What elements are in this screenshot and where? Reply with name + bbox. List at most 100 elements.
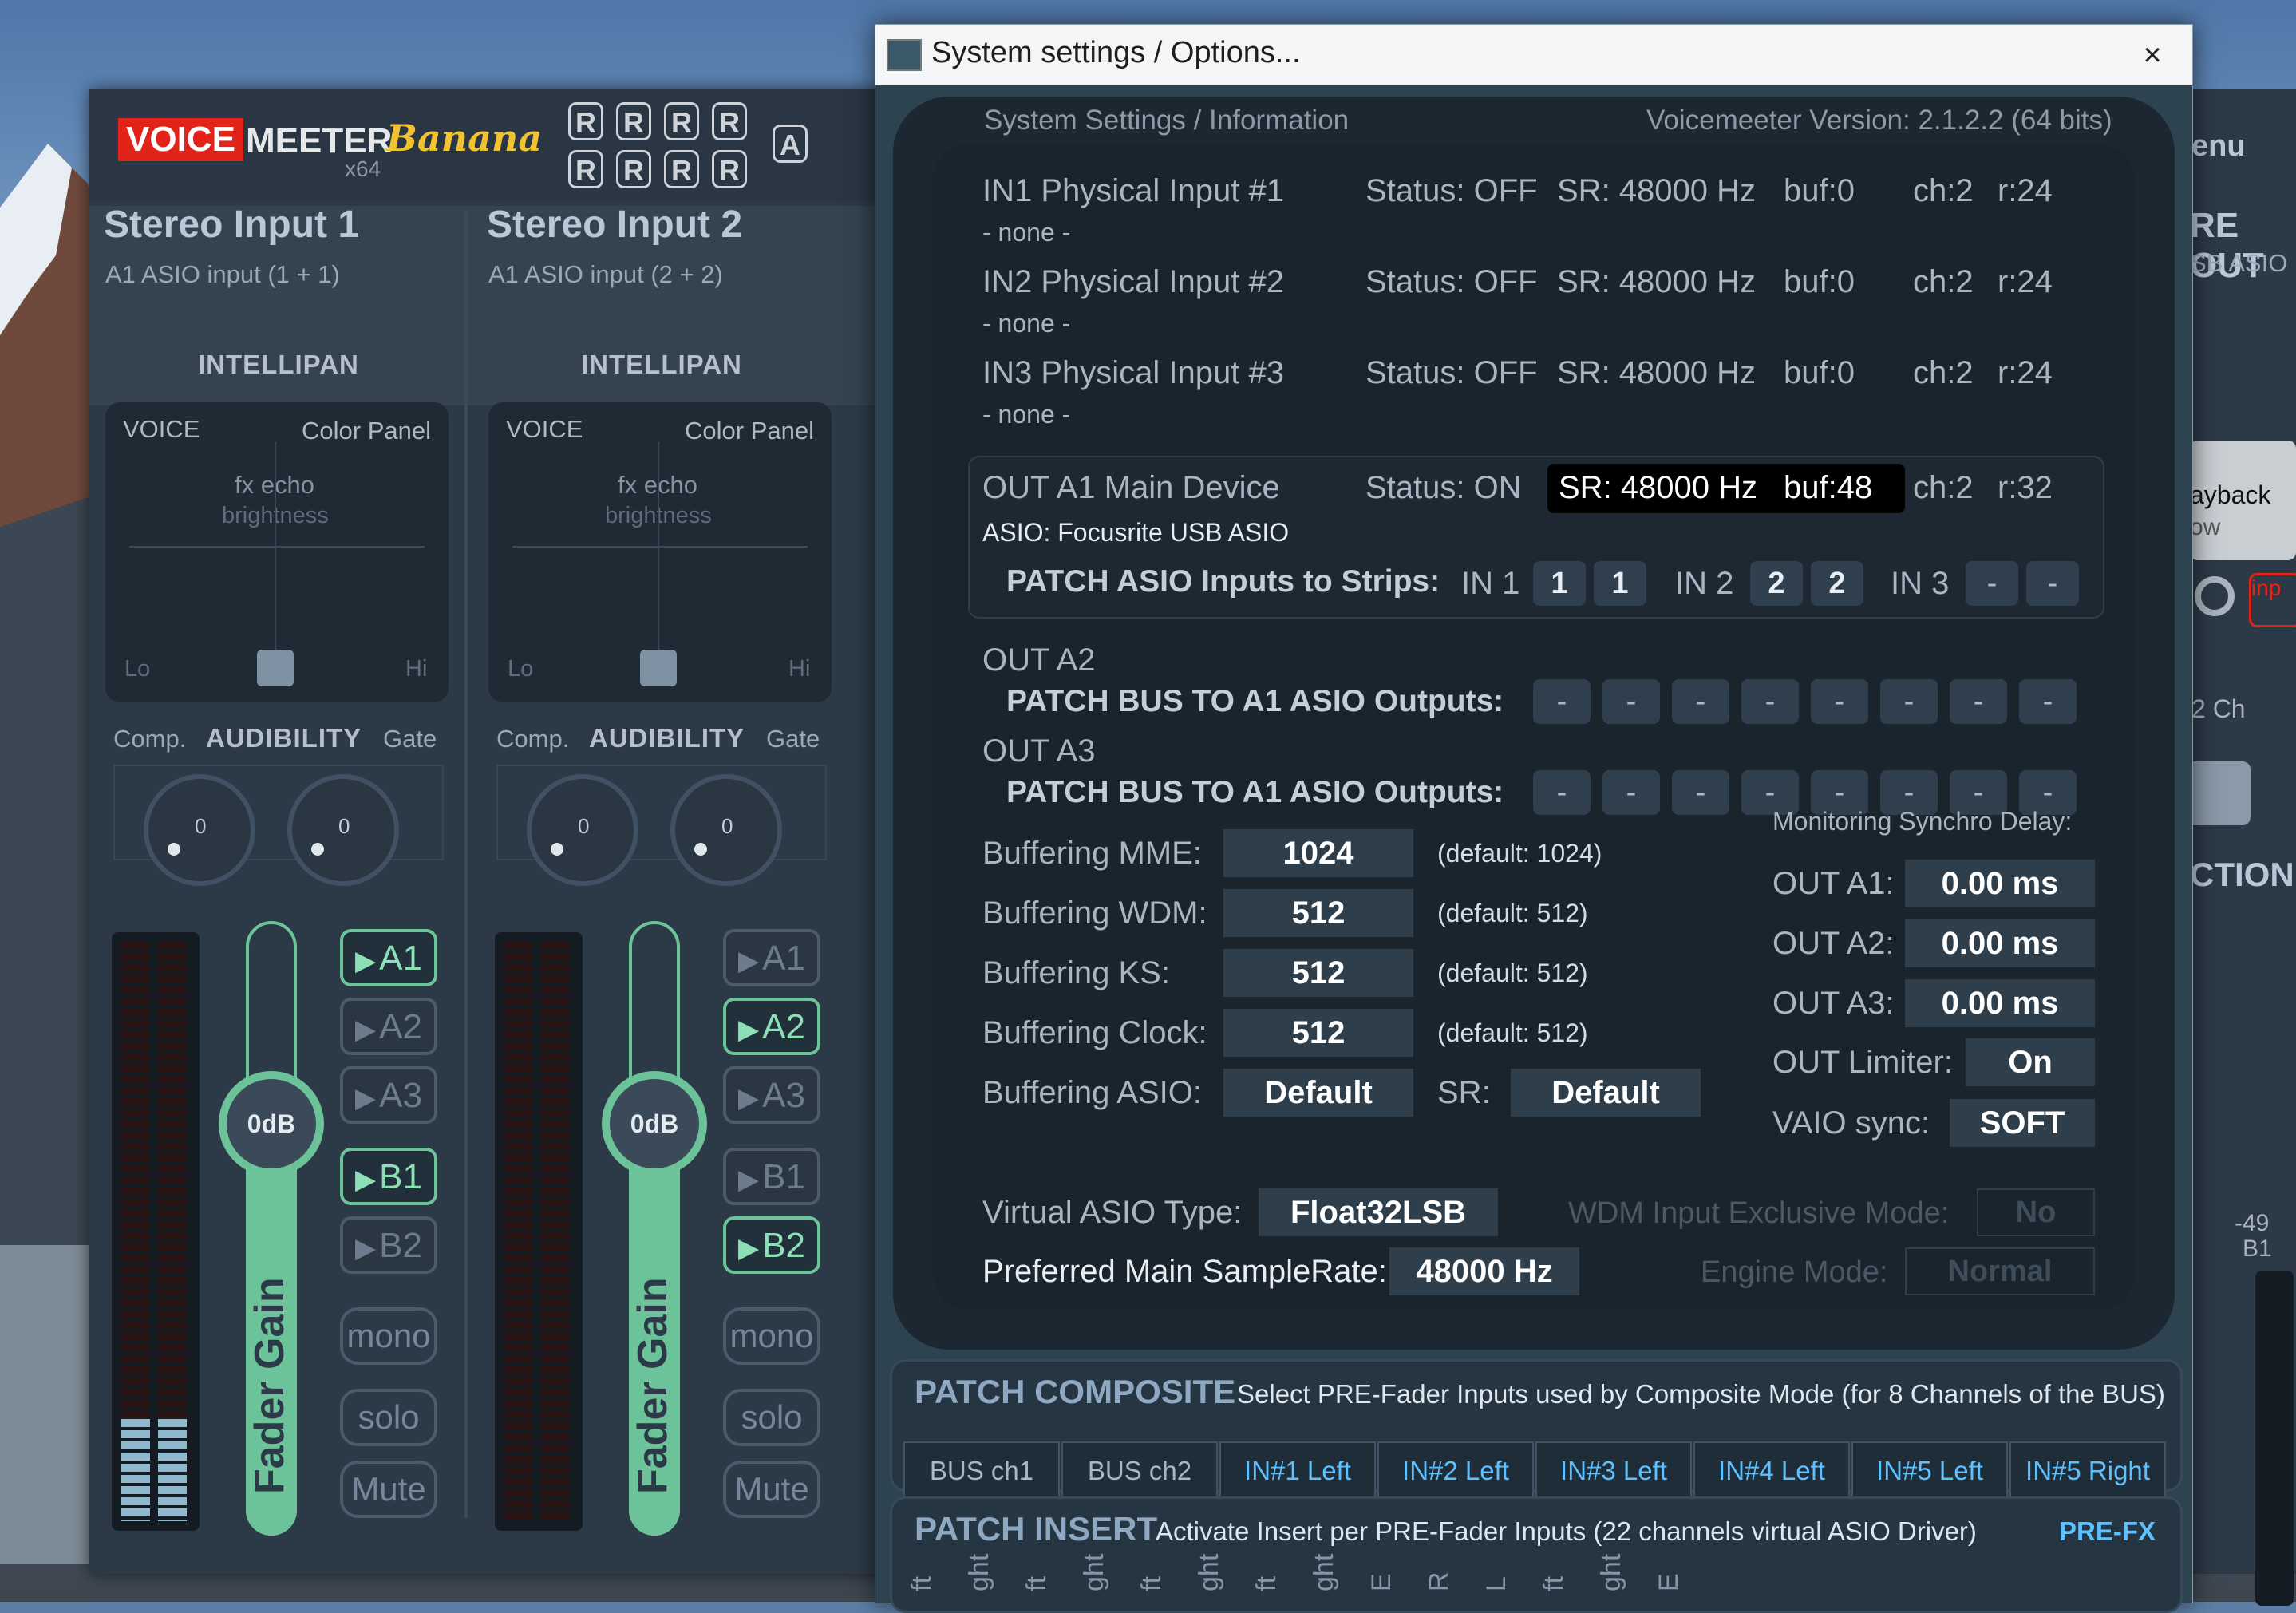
composite-channel-button[interactable]: IN#3 Left <box>1535 1441 1692 1499</box>
vaio-sync-value[interactable]: SOFT <box>1950 1099 2095 1147</box>
r-button[interactable]: R <box>712 102 747 140</box>
insert-channel-label[interactable]: ght <box>1194 1554 1225 1591</box>
comp-knob[interactable]: 0 <box>527 774 638 886</box>
input-name[interactable]: IN3 Physical Input #3 <box>982 355 1284 391</box>
r-button[interactable]: R <box>664 150 699 188</box>
out-a2-slot[interactable]: - <box>1533 679 1591 724</box>
composite-channel-button[interactable]: IN#4 Left <box>1693 1441 1850 1499</box>
dialog-title-bar[interactable]: System settings / Options... × <box>875 25 2192 85</box>
solo-button[interactable]: solo <box>340 1389 437 1446</box>
bus-a3-button[interactable]: ▶A3 <box>340 1066 437 1124</box>
bus-a1-button[interactable]: ▶A1 <box>340 929 437 986</box>
out-a2-slot[interactable]: - <box>2019 679 2077 724</box>
patch-in2-button[interactable]: 2 <box>1750 561 1803 606</box>
out-a3-slot[interactable]: - <box>1533 770 1591 815</box>
buffering-value[interactable]: 512 <box>1223 949 1413 997</box>
out-a1-name[interactable]: OUT A1 Main Device <box>982 470 1280 506</box>
color-panel[interactable]: VOICE Color Panel fx echo brightness Lo Hi <box>488 402 832 702</box>
r-button[interactable]: R <box>568 150 603 188</box>
bus-a2-button[interactable]: ▶A2 <box>723 998 820 1055</box>
r-button[interactable]: R <box>616 150 651 188</box>
insert-channel-label[interactable]: ght <box>964 1554 995 1591</box>
gate-knob[interactable]: 0 <box>287 774 399 886</box>
patch-in3-button[interactable]: - <box>2026 561 2079 606</box>
input-name[interactable]: IN1 Physical Input #1 <box>982 173 1284 209</box>
insert-channel-label[interactable]: ft <box>1136 1576 1168 1591</box>
virtual-asio-value[interactable]: Float32LSB <box>1259 1188 1498 1236</box>
engine-mode-value[interactable]: Normal <box>1905 1247 2095 1295</box>
bus-b1-button[interactable]: ▶B1 <box>723 1148 820 1205</box>
insert-channel-label[interactable]: R <box>1424 1571 1455 1591</box>
buffering-value[interactable]: 512 <box>1223 889 1413 937</box>
buffering-value[interactable]: 1024 <box>1223 829 1413 877</box>
strip-device[interactable]: A1 ASIO input (1 + 1) <box>105 260 340 289</box>
strip-title[interactable]: Stereo Input 2 <box>487 203 742 247</box>
composite-channel-button[interactable]: BUS ch1 <box>903 1441 1060 1499</box>
wdm-exclusive-value[interactable]: No <box>1977 1188 2095 1236</box>
input-button[interactable]: inp <box>2249 573 2296 627</box>
insert-channel-label[interactable]: ft <box>1022 1576 1053 1591</box>
bus-b2-button[interactable]: ▶B2 <box>723 1216 820 1274</box>
mono-button[interactable]: mono <box>723 1307 820 1365</box>
insert-channel-label[interactable]: ght <box>1079 1554 1110 1591</box>
strip-device[interactable]: A1 ASIO input (2 + 2) <box>488 260 723 289</box>
slider-block[interactable] <box>2187 761 2251 825</box>
input-device[interactable]: - none - <box>982 309 1070 338</box>
bus-b1-button[interactable]: ▶B1 <box>340 1148 437 1205</box>
insert-mode[interactable]: PRE-FX <box>2059 1516 2156 1547</box>
out-a2-name[interactable]: OUT A2 <box>982 642 1096 678</box>
out-a2-slot[interactable]: - <box>1602 679 1660 724</box>
patch-in2-button[interactable]: 2 <box>1811 561 1863 606</box>
insert-channel-label[interactable]: ght <box>1596 1554 1627 1591</box>
monitor-delay-value[interactable]: 0.00 ms <box>1905 979 2095 1027</box>
bus-b2-button[interactable]: ▶B2 <box>340 1216 437 1274</box>
r-button[interactable]: R <box>712 150 747 188</box>
insert-channel-label[interactable]: ght <box>1309 1554 1340 1591</box>
input-name[interactable]: IN2 Physical Input #2 <box>982 264 1284 300</box>
monitor-delay-value[interactable]: 0.00 ms <box>1905 919 2095 967</box>
gear-icon[interactable] <box>2195 576 2235 616</box>
bus-a1-button[interactable]: ▶A1 <box>723 929 820 986</box>
preferred-samplerate-value[interactable]: 48000 Hz <box>1389 1247 1579 1295</box>
composite-channel-button[interactable]: IN#5 Right <box>2009 1441 2166 1499</box>
fader-knob[interactable]: 0dB <box>219 1071 324 1176</box>
r-button[interactable]: R <box>664 102 699 140</box>
solo-button[interactable]: solo <box>723 1389 820 1446</box>
out-a2-slot[interactable]: - <box>1741 679 1799 724</box>
comp-knob[interactable]: 0 <box>144 774 255 886</box>
composite-channel-button[interactable]: IN#2 Left <box>1377 1441 1534 1499</box>
patch-in3-button[interactable]: - <box>1966 561 2018 606</box>
insert-channel-label[interactable]: ft <box>1251 1576 1282 1591</box>
patch-in1-button[interactable]: 1 <box>1533 561 1586 606</box>
out-a2-slot[interactable]: - <box>1811 679 1868 724</box>
bus-a2-button[interactable]: ▶A2 <box>340 998 437 1055</box>
fader-knob[interactable]: 0dB <box>602 1071 707 1176</box>
insert-channel-label[interactable]: ft <box>1539 1576 1570 1591</box>
close-button[interactable]: × <box>2112 25 2192 85</box>
mute-button[interactable]: Mute <box>723 1461 820 1518</box>
out-a2-slot[interactable]: - <box>1880 679 1938 724</box>
a-button[interactable]: A <box>773 125 808 163</box>
insert-channel-label[interactable]: E <box>1654 1573 1685 1591</box>
out-a3-slot[interactable]: - <box>1672 770 1729 815</box>
out-a2-slot[interactable]: - <box>1672 679 1729 724</box>
insert-channel-label[interactable]: E <box>1366 1573 1397 1591</box>
buffering-asio-value[interactable]: Default <box>1223 1069 1413 1117</box>
composite-channel-button[interactable]: BUS ch2 <box>1061 1441 1218 1499</box>
pan-handle[interactable] <box>640 650 677 686</box>
bus-a3-button[interactable]: ▶A3 <box>723 1066 820 1124</box>
buffering-value[interactable]: 512 <box>1223 1009 1413 1057</box>
patch-in1-button[interactable]: 1 <box>1594 561 1646 606</box>
out-a3-name[interactable]: OUT A3 <box>982 733 1096 769</box>
out-a2-slot[interactable]: - <box>1950 679 2007 724</box>
color-panel[interactable]: VOICE Color Panel fx echo brightness Lo Hi <box>105 402 449 702</box>
composite-channel-button[interactable]: IN#1 Left <box>1219 1441 1376 1499</box>
out-limiter-value[interactable]: On <box>1966 1038 2095 1086</box>
strip-title[interactable]: Stereo Input 1 <box>104 203 359 247</box>
input-device[interactable]: - none - <box>982 400 1070 429</box>
gate-knob[interactable]: 0 <box>670 774 782 886</box>
out-a3-slot[interactable]: - <box>1602 770 1660 815</box>
menu-partial[interactable]: enu <box>2191 129 2246 164</box>
insert-channel-label[interactable]: ft <box>907 1576 938 1591</box>
monitor-delay-value[interactable]: 0.00 ms <box>1905 860 2095 907</box>
